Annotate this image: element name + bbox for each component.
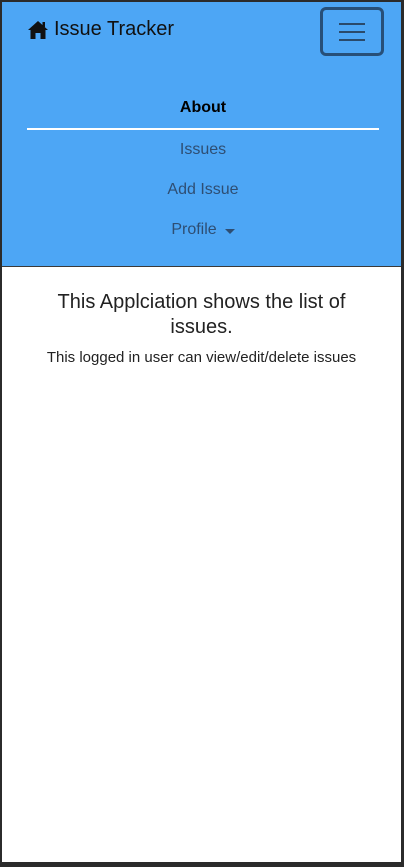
caret-down-icon	[224, 228, 235, 234]
nav-item-label: Add Issue	[167, 181, 239, 198]
app-frame: Issue Tracker About Issues Add Issue Pro…	[2, 2, 401, 862]
navbar: Issue Tracker About Issues Add Issue Pro…	[2, 2, 401, 267]
hamburger-menu-icon	[339, 22, 365, 42]
nav-item-issues[interactable]: Issues	[27, 130, 379, 170]
page-heading: This Applciation shows the list of issue…	[57, 291, 346, 338]
nav-item-add-issue[interactable]: Add Issue	[27, 170, 379, 210]
nav-menu: About Issues Add Issue Profile	[27, 88, 379, 250]
nav-item-about[interactable]: About	[27, 88, 379, 130]
nav-item-label: Profile	[171, 221, 217, 238]
brand-title: Issue Tracker	[54, 18, 175, 40]
main-content: This Applciation shows the list of issue…	[2, 290, 401, 367]
nav-item-label: About	[179, 99, 227, 116]
nav-item-profile-dropdown[interactable]: Profile	[27, 210, 379, 250]
nav-item-label: Issues	[179, 141, 227, 158]
brand-link[interactable]: Issue Tracker	[27, 18, 174, 41]
home-icon	[27, 20, 49, 40]
page-description: This logged in user can view/edit/delete…	[46, 349, 357, 366]
navbar-toggler-button[interactable]	[320, 7, 384, 56]
